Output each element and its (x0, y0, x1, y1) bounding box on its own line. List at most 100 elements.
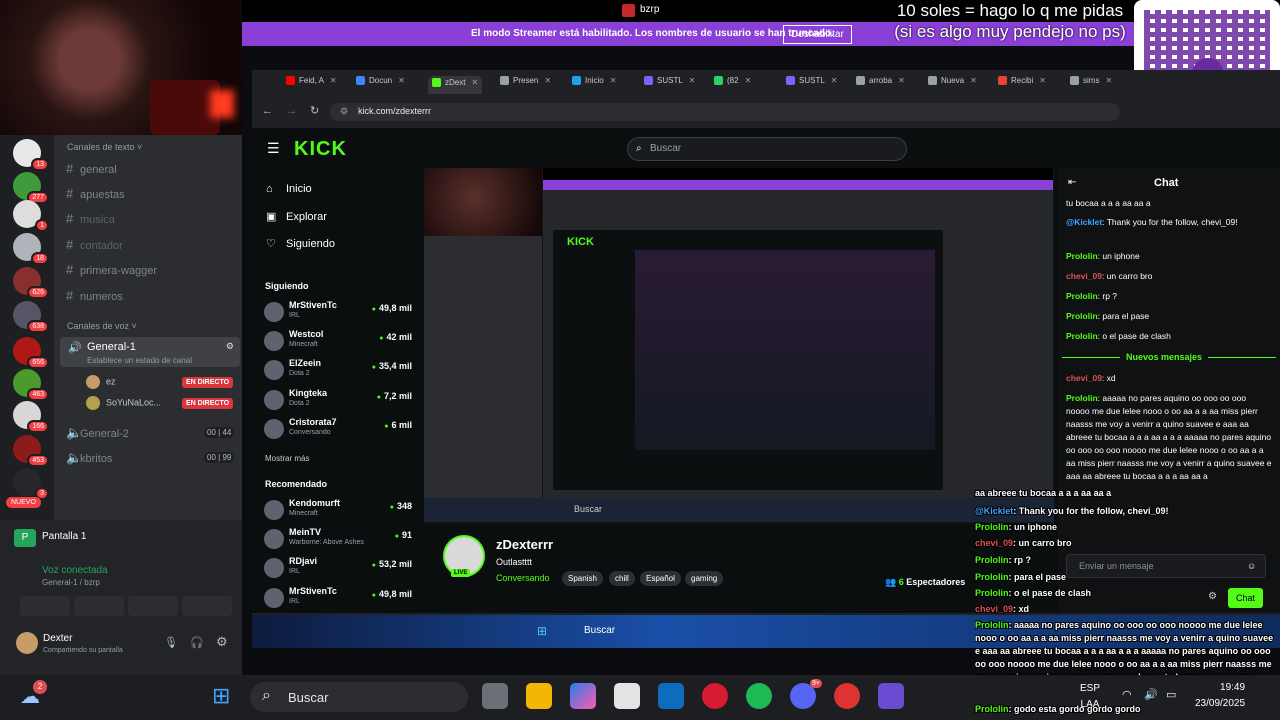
close-icon[interactable]: ✕ (544, 76, 551, 85)
clock[interactable]: 19:49 23/09/2025 (1195, 680, 1245, 712)
new-messages-divider[interactable]: Nuevos mensajes (1062, 352, 1276, 364)
discord-icon[interactable]: 9+ (790, 679, 822, 709)
stream-app-icon[interactable] (878, 683, 904, 709)
opera-icon[interactable] (702, 683, 728, 709)
spotify-icon[interactable] (746, 683, 772, 709)
file-explorer-icon[interactable] (526, 683, 552, 709)
followed-channel[interactable]: Cristorata7Conversando6 mil (264, 416, 414, 442)
volume-icon[interactable]: 🔊 (1144, 688, 1158, 701)
tab[interactable]: Inicio ✕ (572, 76, 616, 94)
voice-channel-general-1[interactable]: 🔊 General-1 Establece un estado de canal… (60, 337, 240, 367)
close-icon[interactable]: ✕ (898, 76, 905, 85)
activities-button[interactable] (128, 596, 178, 616)
close-icon[interactable]: ✕ (398, 76, 405, 85)
tab-active[interactable]: zDext ✕ (428, 76, 483, 94)
tab[interactable]: (82 ✕ (714, 76, 751, 94)
server-icon[interactable]: 638 (13, 301, 49, 333)
channel-settings-icon[interactable]: ⚙ (226, 341, 234, 352)
tag-gaming[interactable]: gaming (685, 571, 724, 586)
server-icon[interactable]: 3 (13, 468, 49, 500)
server-icon[interactable]: 13 (13, 139, 49, 171)
recommended-channel[interactable]: MeinTVWarborne: Above Ashes91 (264, 526, 414, 552)
close-icon[interactable]: ✕ (970, 76, 977, 85)
tab[interactable]: Docun ✕ (356, 76, 405, 94)
text-channels-category[interactable]: Canales de texto ˅ (67, 142, 142, 152)
start-button[interactable]: ⊞ (212, 683, 230, 709)
language-indicator[interactable]: ESP LAA (1080, 681, 1100, 713)
outlook-icon[interactable] (658, 683, 684, 709)
voice-channel-kbritos[interactable]: 🔈kbritos (66, 450, 112, 466)
tag-espanol[interactable]: Español (640, 571, 681, 586)
reload-icon[interactable]: ↻ (310, 104, 319, 117)
nav-explorar[interactable]: ▣ Explorar (266, 210, 327, 223)
kick-logo[interactable]: KICK (294, 138, 347, 161)
recommended-channel[interactable]: RDjaviIRL53,2 mil (264, 555, 414, 581)
tab[interactable]: Nueva ✕ (928, 76, 977, 94)
channel-numeros[interactable]: # numeros (66, 288, 123, 303)
close-icon[interactable]: ✕ (1105, 76, 1112, 85)
tag-chill[interactable]: chill (609, 571, 635, 586)
close-icon[interactable]: ✕ (330, 76, 337, 85)
stream-category[interactable]: Conversando (496, 573, 550, 583)
channel-apuestas[interactable]: # apuestas (66, 186, 125, 201)
followed-channel[interactable]: KingtekaDota 27,2 mil (264, 387, 414, 413)
server-icon[interactable]: 463 (13, 369, 49, 401)
battery-icon[interactable]: ▭ (1166, 688, 1176, 701)
server-icon[interactable]: 656 (13, 337, 49, 369)
collapse-chat-icon[interactable]: ⇤ (1068, 177, 1076, 188)
taskbar-search[interactable]: ⌕ Buscar (250, 682, 468, 712)
headphones-icon[interactable]: 🎧 (190, 636, 204, 649)
followed-channel[interactable]: MrStivenTcIRL49,8 mil (264, 299, 414, 325)
menu-icon[interactable]: ☰ (267, 140, 280, 157)
site-info-icon[interactable]: ⚙ (340, 106, 348, 117)
followed-channel[interactable]: WestcolMinecraft42 mil (264, 328, 414, 354)
server-icon[interactable]: 277 (13, 172, 49, 204)
show-more-link[interactable]: Mostrar más (265, 454, 309, 463)
disable-streamer-button[interactable]: Deshabilitar (783, 25, 852, 44)
channel-primera-wagger[interactable]: # primera-wagger (66, 262, 157, 277)
server-icon[interactable]: 18 (13, 233, 49, 265)
gear-icon[interactable]: ⚙ (216, 634, 228, 650)
recommended-channel[interactable]: MrStivenTcIRL49,8 mil (264, 585, 414, 611)
recommended-channel[interactable]: KendomurftMinecraft348 (264, 497, 414, 523)
obs-icon[interactable] (834, 683, 860, 709)
tab[interactable]: SUSTL ✕ (786, 76, 838, 94)
streamer-name[interactable]: zDexterrr (496, 537, 553, 552)
close-icon[interactable]: ✕ (745, 76, 752, 85)
nav-siguiendo[interactable]: ♡ Siguiendo (266, 237, 335, 250)
tab[interactable]: Recibi ✕ (998, 76, 1046, 94)
kick-search-input[interactable]: ⌕ Buscar (627, 137, 907, 161)
tab[interactable]: Presen ✕ (500, 76, 551, 94)
close-icon[interactable]: ✕ (831, 76, 838, 85)
channel-general[interactable]: # general (66, 161, 117, 176)
server-icon[interactable]: 166 (13, 401, 49, 433)
store-icon[interactable] (614, 683, 640, 709)
server-icon[interactable]: 1 (13, 200, 49, 232)
server-icon[interactable]: 453 (13, 435, 49, 467)
wifi-icon[interactable]: ◠ (1122, 688, 1132, 701)
channel-musica[interactable]: # musica (66, 211, 115, 226)
voice-channels-category[interactable]: Canales de voz ˅ (67, 321, 137, 331)
avatar[interactable] (16, 632, 38, 654)
voice-user-ez[interactable]: ez (86, 375, 116, 389)
close-icon[interactable]: ✕ (471, 78, 478, 87)
nav-inicio[interactable]: ⌂ Inicio (266, 183, 312, 195)
voice-user-soyunaloc[interactable]: SoYuNaLoc... (86, 396, 161, 410)
screen-share-panel[interactable]: P Pantalla 1 (8, 525, 238, 551)
tab[interactable]: SUSTL ✕ (644, 76, 696, 94)
tab[interactable]: sims ✕ (1070, 76, 1112, 94)
forward-arrow-icon[interactable]: → (286, 105, 297, 117)
task-view-icon[interactable] (482, 683, 508, 709)
tab[interactable]: arroba ✕ (856, 76, 905, 94)
soundboard-button[interactable] (182, 596, 232, 616)
copilot-icon[interactable] (570, 683, 596, 709)
tag-spanish[interactable]: Spanish (562, 571, 603, 586)
back-arrow-icon[interactable]: ← (262, 105, 273, 117)
microphone-icon[interactable]: 🎙 (164, 636, 178, 649)
followed-channel[interactable]: ElZeeinDota 235,4 mil (264, 357, 414, 383)
camera-off-button[interactable] (20, 596, 70, 616)
close-icon[interactable]: ✕ (689, 76, 696, 85)
voice-channel-general-2[interactable]: 🔈General-2 (66, 425, 129, 441)
voice-location[interactable]: General-1 / bzrp (42, 578, 100, 587)
close-icon[interactable]: ✕ (1039, 76, 1046, 85)
